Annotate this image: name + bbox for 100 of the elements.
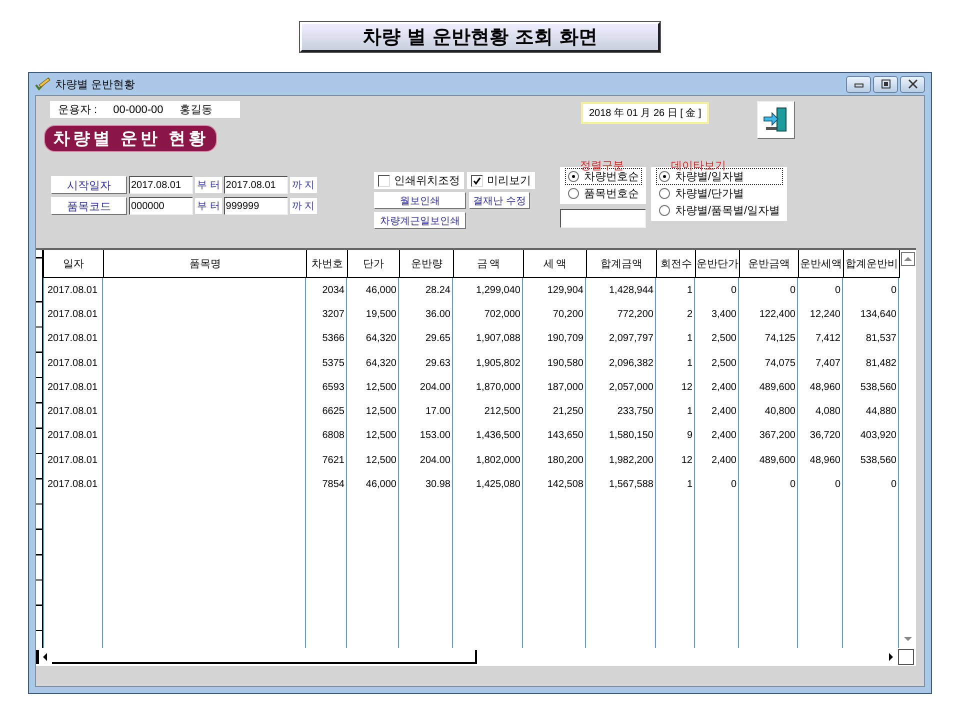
table-cell-text: 1,982,200	[608, 454, 654, 468]
option-checkbox[interactable]: 인쇄위치조정	[374, 172, 464, 189]
print-button[interactable]: 차량계근일보인쇄	[374, 212, 466, 229]
close-button[interactable]	[900, 76, 925, 92]
table-cell-text: 190,580	[546, 356, 584, 371]
pencil-icon	[35, 77, 51, 91]
table-cell-text: 2,096,382	[608, 356, 654, 371]
table-cell-text: 48,960	[808, 454, 842, 468]
table-cell-text: 74,075	[764, 356, 796, 371]
table-cell-text: 1,425,080	[475, 478, 522, 492]
column-header[interactable]: 품목명	[104, 250, 306, 278]
table-cell-text: 1,870,000	[475, 380, 522, 395]
range-from-label: 부 터	[195, 198, 222, 214]
table-cell-text: 1,567,588	[608, 478, 654, 492]
radio-option[interactable]: 차량별/품목별/일자별	[657, 203, 782, 218]
table-cell-text: 2,400	[710, 454, 738, 468]
table-cell-text: 190,709	[546, 332, 584, 346]
table-cell-text: 74,125	[764, 332, 796, 346]
table-cell-text: 367,200	[758, 429, 796, 444]
table-cell: 1,299,040	[454, 278, 524, 302]
range-from-field[interactable]: 000000	[129, 197, 193, 215]
table-cell-text: 7854	[321, 478, 346, 492]
table-cell-text: 0	[890, 478, 898, 492]
range-to-field[interactable]: 999999	[224, 197, 288, 215]
column-header[interactable]: 운반량	[400, 250, 454, 278]
column-header[interactable]: 운반세액	[798, 250, 844, 278]
table-cell-text: 7,407	[814, 356, 842, 371]
radio-option[interactable]: 품목번호순	[566, 186, 641, 201]
table-cell-text: 204.00	[418, 454, 452, 468]
table-cell-text: 2017.08.01	[46, 332, 99, 346]
table-cell: 129,904	[524, 278, 586, 302]
filter-label-button[interactable]: 시작일자	[51, 176, 127, 194]
table-cell-text: 48,960	[808, 380, 842, 395]
table-cell-text: 1	[686, 478, 694, 492]
table-cell: 0	[844, 278, 900, 302]
table-cell-text: 81,482	[864, 356, 898, 371]
window-title: 차량별 운반현황	[55, 78, 136, 92]
check-icon	[473, 176, 481, 184]
table-cell-text: 2	[686, 308, 694, 322]
exit-door-button[interactable]	[757, 101, 796, 139]
close-icon	[906, 78, 920, 90]
table-cell-text: 489,600	[758, 380, 796, 395]
operator-label: 운용자 :	[58, 103, 98, 117]
minimize-button[interactable]	[846, 76, 871, 92]
column-header[interactable]: 운반금액	[740, 250, 798, 278]
maximize-button[interactable]	[873, 76, 898, 92]
table-cell-text: 1	[686, 405, 694, 420]
table-cell-text: 2017.08.01	[46, 380, 99, 395]
scroll-up-button[interactable]	[900, 252, 914, 266]
print-button[interactable]: 월보인쇄	[374, 192, 466, 209]
radio-option[interactable]: 차량별/단가별	[657, 186, 782, 201]
table-cell: 1	[656, 278, 696, 302]
input-field[interactable]	[560, 209, 646, 228]
table-cell-text: 702,000	[483, 308, 522, 322]
group-title: 정렬구분	[580, 159, 624, 172]
table-cell-text: 1	[686, 356, 694, 371]
scroll-left-button[interactable]	[36, 650, 50, 664]
table-cell-text: 489,600	[758, 454, 796, 468]
range-to-label: 까 지	[290, 177, 317, 193]
table-cell-text: 1,580,150	[608, 429, 654, 444]
table-cell-text: 134,640	[859, 308, 898, 322]
table-cell-text: 1	[686, 332, 694, 346]
column-header[interactable]: 금 액	[454, 250, 524, 278]
table-cell-text: 7,412	[814, 332, 842, 346]
table-cell-text: 12,500	[364, 454, 398, 468]
table-cell: 0	[798, 278, 844, 302]
table-cell-text: 187,000	[546, 380, 584, 395]
table-cell-text: 6593	[321, 380, 346, 395]
edit-button[interactable]: 결재난 수정	[469, 192, 530, 209]
table-cell: 1,428,944	[586, 278, 656, 302]
table-cell-text: 81,537	[864, 332, 898, 346]
column-header[interactable]: 회전수	[656, 250, 696, 278]
table-cell-text: 6625	[321, 405, 346, 420]
filter-label-button[interactable]: 품목코드	[51, 197, 127, 215]
table-cell-text: 64,320	[364, 332, 398, 346]
column-header[interactable]: 세 액	[524, 250, 586, 278]
table-cell-text: 17.00	[424, 405, 452, 420]
table-cell-text: 21,250	[552, 405, 584, 420]
table-cell: 28.24	[400, 278, 454, 302]
range-from-field[interactable]: 2017.08.01	[129, 176, 193, 194]
table-cell-text: 2017.08.01	[46, 405, 99, 420]
table-cell-text: 3,400	[710, 308, 738, 322]
table-cell-text: 538,560	[859, 454, 898, 468]
range-to-field[interactable]: 2017.08.01	[224, 176, 288, 194]
table-cell-text: 70,200	[552, 308, 584, 322]
option-checkbox[interactable]: 미리보기	[467, 172, 535, 189]
column-header[interactable]: 차번호	[306, 250, 348, 278]
size-grip	[898, 649, 914, 665]
table-cell-text: 12,500	[364, 405, 398, 420]
table-cell-text: 2,500	[710, 356, 738, 371]
page-banner-title: 차량 별 운반현황 조회 화면	[300, 22, 660, 52]
column-header[interactable]: 운반단가	[696, 250, 740, 278]
column-header[interactable]: 단가	[348, 250, 400, 278]
table-cell-text: 5366	[321, 332, 346, 346]
scrollbar-thumb[interactable]	[52, 650, 477, 664]
column-header[interactable]: 일자	[44, 250, 104, 278]
table-cell: 2017.08.01	[44, 278, 104, 302]
column-header[interactable]: 합계금액	[586, 250, 656, 278]
column-header[interactable]: 합계운반비	[844, 250, 900, 278]
table-cell: 0	[696, 278, 740, 302]
